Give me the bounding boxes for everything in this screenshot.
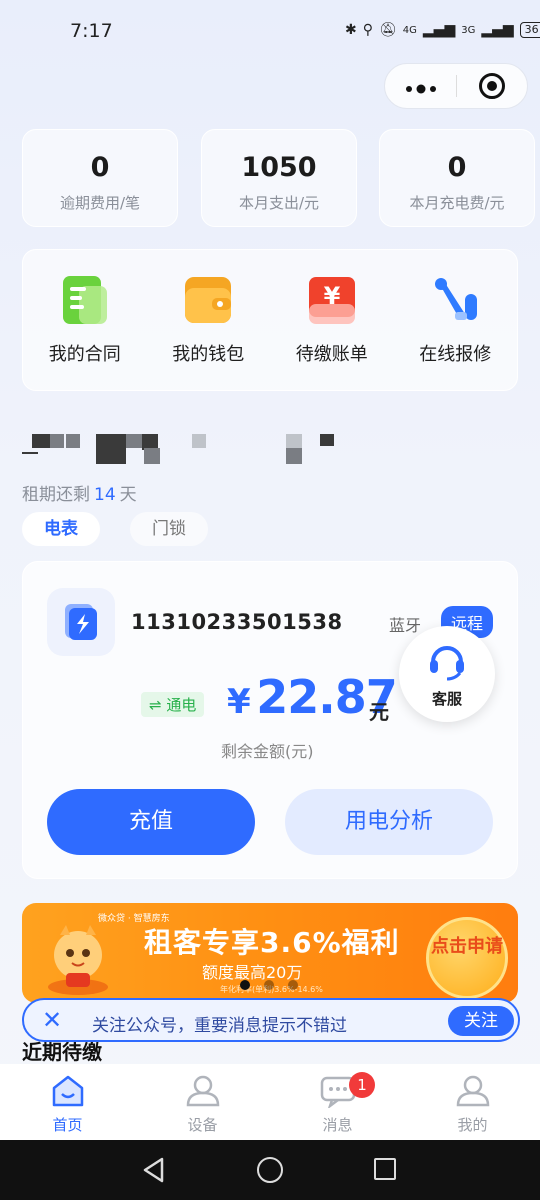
- status-icons: ✱ ⚲ 🔕︎ 4G ▂▄▆ 3G ▂▄▆ 36: [345, 22, 540, 38]
- menu-item-contract[interactable]: 我的合同: [30, 250, 140, 390]
- currency-symbol: ¥: [227, 682, 251, 722]
- lease-remaining: 租期还剩 14 天: [22, 480, 137, 505]
- location-icon: ⚲: [362, 22, 373, 38]
- tab-label: 消息: [322, 1116, 353, 1134]
- status-bar: 7:17 ✱ ⚲ 🔕︎ 4G ▂▄▆ 3G ▂▄▆ 36: [0, 0, 540, 66]
- banner-title: 租客专享3.6%福利: [144, 926, 400, 959]
- balance-label: 剩余金额(元): [221, 742, 314, 761]
- pagination-dot[interactable]: [288, 980, 298, 990]
- customer-service-button[interactable]: 客服: [399, 626, 495, 722]
- menu-label: 待缴账单: [295, 344, 368, 365]
- stat-label: 本月充电费/元: [409, 194, 505, 212]
- menu-item-repair[interactable]: 在线报修: [400, 250, 510, 390]
- svg-text:¥: ¥: [323, 282, 340, 310]
- usage-analysis-button[interactable]: 用电分析: [285, 789, 493, 855]
- tab-messages[interactable]: 1 消息: [270, 1064, 405, 1140]
- lease-days: 14: [94, 485, 116, 505]
- pagination-dot[interactable]: [240, 980, 250, 990]
- menu-label: 我的钱包: [172, 344, 245, 365]
- tab-label: 首页: [52, 1116, 83, 1134]
- bottom-tab-bar: 首页 设备 1 消息 我的: [0, 1064, 540, 1140]
- recent-apps-icon[interactable]: [374, 1158, 396, 1180]
- tab-profile[interactable]: 我的: [405, 1064, 540, 1140]
- meter-device-icon: [47, 588, 115, 656]
- menu-item-bill[interactable]: ¥ 待缴账单: [277, 250, 387, 390]
- contract-icon: [59, 274, 111, 326]
- close-miniprogram-button[interactable]: [457, 73, 527, 99]
- follow-account-text: 关注公众号，重要消息提示不错过: [92, 1016, 347, 1036]
- power-status-badge: ⇌ 通电: [141, 692, 205, 717]
- balance-unit: 元: [369, 700, 389, 724]
- bill-icon: ¥: [306, 274, 358, 326]
- customer-service-label: 客服: [431, 690, 462, 708]
- device-icon: [186, 1075, 219, 1107]
- tab-device[interactable]: 设备: [135, 1064, 270, 1140]
- lease-suffix: 天: [119, 485, 137, 505]
- stat-monthly-expense[interactable]: 1050 本月支出/元: [201, 129, 357, 227]
- repair-icon: [429, 274, 481, 326]
- miniprogram-capsule: [384, 63, 528, 109]
- tab-label: 我的: [457, 1116, 488, 1134]
- menu-label: 我的合同: [48, 344, 121, 365]
- signal-4g-icon: 4G: [402, 24, 417, 36]
- back-icon[interactable]: [142, 1157, 166, 1183]
- headset-icon: [430, 646, 464, 681]
- mute-icon: 🔕︎: [379, 22, 397, 38]
- signal-3g-icon: 3G: [461, 24, 476, 36]
- redacted-address: [22, 432, 352, 464]
- status-time: 7:17: [70, 20, 113, 42]
- stat-overdue[interactable]: 0 逾期费用/笔: [22, 129, 178, 227]
- close-icon[interactable]: ✕: [42, 1006, 62, 1034]
- system-nav-bar: [0, 1140, 540, 1200]
- banner-pagination: [240, 980, 298, 990]
- recharge-button[interactable]: 充值: [47, 789, 255, 855]
- stat-label: 本月支出/元: [238, 194, 320, 212]
- battery-icon: 36: [519, 22, 540, 38]
- tab-label: 设备: [187, 1116, 218, 1134]
- tab-meter[interactable]: 电表: [22, 512, 100, 546]
- meter-number: 11310233501538: [131, 610, 343, 634]
- unread-badge: 1: [349, 1072, 375, 1098]
- quick-menu: 我的合同 我的钱包 ¥ 待缴账单 在线报修: [22, 249, 518, 391]
- menu-item-wallet[interactable]: 我的钱包: [153, 250, 263, 390]
- follow-button[interactable]: 关注: [448, 1006, 514, 1036]
- stat-monthly-charge[interactable]: 0 本月充电费/元: [379, 129, 535, 227]
- signal-bars-icon: ▂▄▆: [481, 22, 514, 38]
- home-icon: [52, 1075, 83, 1107]
- lease-prefix: 租期还剩: [22, 485, 90, 505]
- menu-label: 在线报修: [419, 344, 492, 365]
- more-options-icon[interactable]: [385, 63, 456, 109]
- profile-icon: [456, 1075, 489, 1107]
- tab-home[interactable]: 首页: [0, 1064, 135, 1140]
- follow-account-bar: ✕ 关注公众号，重要消息提示不错过 关注: [22, 998, 520, 1042]
- target-icon: [478, 73, 505, 99]
- bluetooth-icon: ✱: [345, 22, 357, 38]
- pagination-dot[interactable]: [264, 980, 274, 990]
- wallet-icon: [182, 274, 234, 326]
- mascot-illustration: [36, 917, 120, 997]
- home-nav-icon[interactable]: [257, 1157, 283, 1183]
- signal-bars-icon: ▂▄▆: [422, 22, 456, 38]
- stat-value: 1050: [241, 152, 317, 183]
- stat-value: 0: [90, 152, 110, 183]
- stat-label: 逾期费用/笔: [59, 194, 141, 212]
- apply-now-button[interactable]: 点击申请: [426, 917, 508, 999]
- tab-door-lock[interactable]: 门锁: [130, 512, 208, 546]
- stat-value: 0: [447, 152, 467, 183]
